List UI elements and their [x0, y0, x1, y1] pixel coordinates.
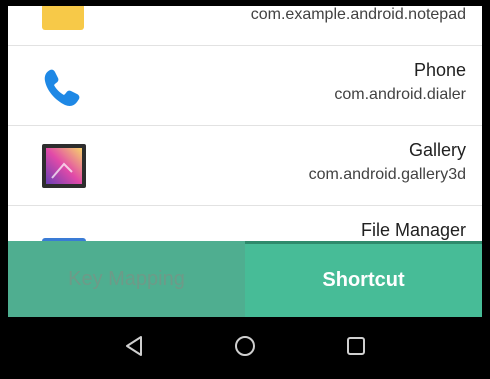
app-name: Phone — [413, 60, 466, 80]
tab-key-mapping[interactable]: Key Mapping — [8, 241, 245, 317]
back-icon[interactable] — [120, 332, 148, 360]
tab-shortcut[interactable]: Shortcut — [245, 241, 482, 317]
app-package: com.android.gallery3d — [308, 166, 466, 183]
bottom-tab-bar: Key Mapping Shortcut — [8, 241, 482, 317]
app-list[interactable]: com.example.android.notepad Phone com.an… — [8, 6, 482, 241]
app-name: File Manager — [360, 220, 466, 240]
list-item-gallery[interactable]: Gallery com.android.gallery3d — [8, 126, 482, 206]
navigation-bar — [8, 317, 482, 375]
folder-icon — [36, 224, 92, 241]
gallery-icon — [36, 144, 92, 192]
recents-icon[interactable] — [342, 332, 370, 360]
app-screen: com.example.android.notepad Phone com.an… — [0, 0, 490, 379]
list-item-file-manager[interactable]: File Manager — [8, 206, 482, 241]
app-package: com.example.android.notepad — [250, 6, 466, 23]
app-name: Gallery — [408, 140, 466, 160]
list-item-phone[interactable]: Phone com.android.dialer — [8, 46, 482, 126]
app-package: com.android.dialer — [334, 86, 466, 103]
list-item-notepad[interactable]: com.example.android.notepad — [8, 6, 482, 46]
home-icon[interactable] — [231, 332, 259, 360]
phone-icon — [36, 64, 92, 112]
notepad-icon — [36, 6, 92, 32]
